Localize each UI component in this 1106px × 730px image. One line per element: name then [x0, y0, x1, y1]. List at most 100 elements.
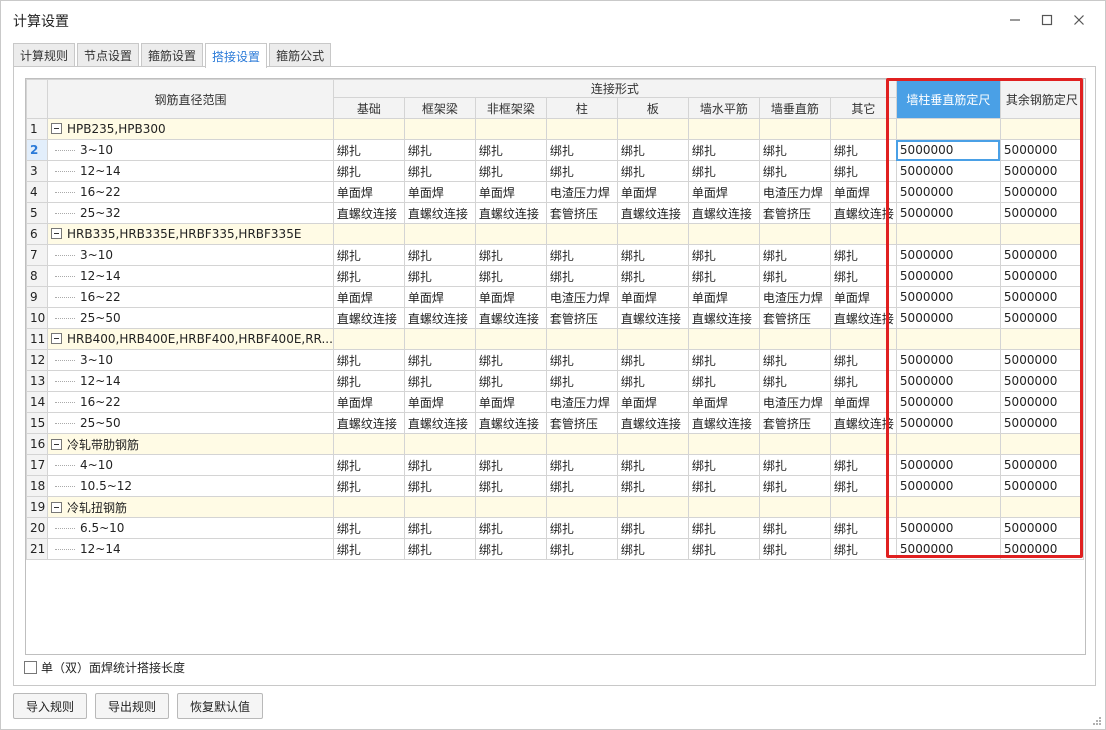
- rebar-grade-cell[interactable]: HPB235,HPB300: [47, 118, 334, 140]
- other-rebar-length-cell[interactable]: [999, 496, 1084, 518]
- connection-cell[interactable]: [758, 118, 831, 140]
- connection-cell[interactable]: 直螺纹连接: [403, 307, 476, 329]
- restore-defaults-button[interactable]: 恢复默认值: [177, 693, 264, 719]
- connection-cell[interactable]: [403, 223, 476, 245]
- diameter-range-cell[interactable]: 25~50: [47, 307, 334, 329]
- connection-cell[interactable]: 绑扎: [403, 244, 476, 266]
- connection-cell[interactable]: 绑扎: [829, 160, 897, 182]
- connection-cell[interactable]: [829, 496, 897, 518]
- other-rebar-length-cell[interactable]: 5000000: [999, 391, 1084, 413]
- connection-cell[interactable]: 绑扎: [687, 244, 760, 266]
- other-rebar-length-cell[interactable]: 5000000: [999, 244, 1084, 266]
- other-rebar-length-cell[interactable]: 5000000: [999, 370, 1084, 392]
- connection-cell[interactable]: [403, 118, 476, 140]
- connection-cell[interactable]: [545, 328, 618, 350]
- diameter-range-cell[interactable]: 12~14: [47, 538, 334, 560]
- connection-cell[interactable]: [474, 496, 547, 518]
- connection-cell[interactable]: 单面焊: [616, 181, 689, 203]
- wall-column-length-cell[interactable]: [895, 433, 1001, 455]
- connection-cell[interactable]: 绑扎: [545, 538, 618, 560]
- row-number[interactable]: 14: [26, 391, 48, 413]
- connection-cell[interactable]: 直螺纹连接: [829, 202, 897, 224]
- connection-cell[interactable]: [332, 223, 405, 245]
- other-rebar-length-cell[interactable]: 5000000: [999, 538, 1084, 560]
- weld-lap-checkbox[interactable]: [24, 661, 37, 674]
- connection-cell[interactable]: [616, 496, 689, 518]
- connection-cell[interactable]: [474, 118, 547, 140]
- connection-cell[interactable]: 绑扎: [829, 538, 897, 560]
- connection-cell[interactable]: 绑扎: [758, 370, 831, 392]
- minimize-icon[interactable]: [999, 9, 1031, 31]
- diameter-range-cell[interactable]: 3~10: [47, 244, 334, 266]
- connection-cell[interactable]: 绑扎: [687, 475, 760, 497]
- diameter-range-cell[interactable]: 3~10: [47, 349, 334, 371]
- wall-column-length-cell[interactable]: [895, 496, 1001, 518]
- diameter-range-cell[interactable]: 4~10: [47, 454, 334, 476]
- connection-cell[interactable]: 单面焊: [687, 391, 760, 413]
- wall-column-length-cell[interactable]: 5000000: [895, 286, 1001, 308]
- connection-cell[interactable]: 绑扎: [545, 370, 618, 392]
- connection-cell[interactable]: 套管挤压: [758, 412, 831, 434]
- connection-cell[interactable]: [403, 433, 476, 455]
- connection-cell[interactable]: 绑扎: [758, 475, 831, 497]
- rebar-grade-cell[interactable]: 冷轧扭钢筋: [47, 496, 334, 518]
- diameter-range-cell[interactable]: 6.5~10: [47, 517, 334, 539]
- connection-cell[interactable]: 电渣压力焊: [545, 181, 618, 203]
- tab-stirrup-settings[interactable]: 箍筋设置: [141, 43, 204, 67]
- wall-column-length-cell[interactable]: 5000000: [895, 412, 1001, 434]
- connection-cell[interactable]: 绑扎: [616, 538, 689, 560]
- connection-cell[interactable]: 绑扎: [687, 160, 760, 182]
- wall-column-length-cell[interactable]: 5000000: [895, 538, 1001, 560]
- connection-cell[interactable]: 绑扎: [687, 349, 760, 371]
- connection-cell[interactable]: 直螺纹连接: [332, 202, 405, 224]
- connection-cell[interactable]: 绑扎: [687, 517, 760, 539]
- connection-cell[interactable]: [758, 223, 831, 245]
- collapse-icon[interactable]: [51, 438, 62, 450]
- wall-column-length-cell[interactable]: 5000000: [895, 517, 1001, 539]
- connection-cell[interactable]: 套管挤压: [758, 202, 831, 224]
- connection-cell[interactable]: 单面焊: [687, 286, 760, 308]
- connection-cell[interactable]: 直螺纹连接: [332, 412, 405, 434]
- wall-column-length-cell[interactable]: 5000000: [895, 370, 1001, 392]
- connection-cell[interactable]: 绑扎: [403, 139, 476, 161]
- connection-cell[interactable]: [758, 328, 831, 350]
- other-rebar-length-cell[interactable]: [999, 118, 1084, 140]
- connection-cell[interactable]: 绑扎: [616, 160, 689, 182]
- connection-cell[interactable]: 绑扎: [687, 538, 760, 560]
- table-row[interactable]: 21 12~14 绑扎 绑扎 绑扎 绑扎 绑扎 绑扎 绑扎 绑扎 5000000 5000000: [26, 538, 1084, 560]
- connection-cell[interactable]: [616, 223, 689, 245]
- connection-cell[interactable]: [829, 433, 897, 455]
- row-number[interactable]: 10: [26, 307, 48, 329]
- table-row[interactable]: 3 12~14 绑扎 绑扎 绑扎 绑扎 绑扎 绑扎 绑扎 绑扎 5000000 5000000: [26, 160, 1084, 182]
- wall-column-length-cell[interactable]: 5000000: [895, 307, 1001, 329]
- connection-cell[interactable]: [545, 433, 618, 455]
- connection-cell[interactable]: 单面焊: [332, 286, 405, 308]
- connection-cell[interactable]: 绑扎: [332, 160, 405, 182]
- connection-cell[interactable]: 绑扎: [332, 265, 405, 287]
- connection-cell[interactable]: 电渣压力焊: [545, 391, 618, 413]
- diameter-range-cell[interactable]: 12~14: [47, 370, 334, 392]
- connection-cell[interactable]: 绑扎: [332, 244, 405, 266]
- rebar-grade-cell[interactable]: 冷轧带肋钢筋: [47, 433, 334, 455]
- table-row[interactable]: 18 10.5~12 绑扎 绑扎 绑扎 绑扎 绑扎 绑扎 绑扎 绑扎 5000000 5000000: [26, 475, 1084, 497]
- connection-cell[interactable]: [403, 328, 476, 350]
- connection-cell[interactable]: 单面焊: [616, 286, 689, 308]
- tab-lap-settings[interactable]: 搭接设置: [205, 43, 268, 68]
- connection-cell[interactable]: 绑扎: [403, 370, 476, 392]
- connection-cell[interactable]: 直螺纹连接: [687, 202, 760, 224]
- connection-cell[interactable]: [332, 328, 405, 350]
- connection-cell[interactable]: 绑扎: [332, 517, 405, 539]
- group-row[interactable]: 6 HRB335,HRB335E,HRBF335,HRBF335E: [26, 223, 1084, 245]
- group-row[interactable]: 19 冷轧扭钢筋: [26, 496, 1084, 518]
- diameter-range-cell[interactable]: 12~14: [47, 160, 334, 182]
- wall-column-length-cell[interactable]: 5000000: [895, 139, 1001, 161]
- connection-cell[interactable]: 绑扎: [758, 454, 831, 476]
- wall-column-length-cell[interactable]: 5000000: [895, 475, 1001, 497]
- connection-cell[interactable]: 绑扎: [758, 517, 831, 539]
- connection-cell[interactable]: [829, 328, 897, 350]
- connection-cell[interactable]: 绑扎: [545, 244, 618, 266]
- connection-cell[interactable]: 单面焊: [829, 181, 897, 203]
- other-rebar-length-cell[interactable]: 5000000: [999, 517, 1084, 539]
- connection-cell[interactable]: 直螺纹连接: [829, 412, 897, 434]
- row-number[interactable]: 13: [26, 370, 48, 392]
